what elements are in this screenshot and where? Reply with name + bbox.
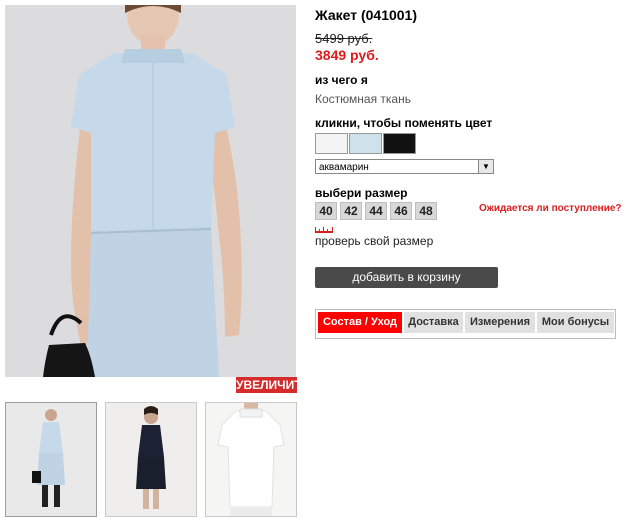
material-heading: из чего я: [315, 73, 368, 87]
size-option-44[interactable]: 44: [365, 202, 387, 220]
size-option-46[interactable]: 46: [390, 202, 412, 220]
chevron-down-icon[interactable]: ▼: [478, 160, 493, 173]
info-tabs: Состав / Уход Доставка Измерения Мои бон…: [315, 309, 616, 339]
zoom-button[interactable]: УВЕЛИЧИТЬ: [236, 377, 310, 393]
thumbnail-photo-dark-suit: [106, 403, 196, 516]
sale-price: 3849 руб.: [315, 47, 379, 63]
tab-measurements[interactable]: Измерения: [465, 312, 535, 333]
color-heading: кликни, чтобы поменять цвет: [315, 116, 493, 130]
ruler-icon: [315, 227, 333, 233]
color-swatch-black[interactable]: [383, 133, 416, 154]
size-option-40[interactable]: 40: [315, 202, 337, 220]
tab-my-bonuses[interactable]: Мои бонусы: [537, 312, 614, 333]
color-select[interactable]: аквамарин ▼: [315, 159, 494, 174]
restock-inquiry-link[interactable]: Ожидается ли поступление?: [479, 203, 622, 214]
product-title: Жакет (041001): [315, 7, 418, 23]
color-swatch-light-blue[interactable]: [349, 133, 382, 154]
check-size-link[interactable]: проверь свой размер: [315, 234, 433, 248]
add-to-cart-button[interactable]: добавить в корзину: [315, 267, 498, 288]
size-option-42[interactable]: 42: [340, 202, 362, 220]
color-select-value: аквамарин: [319, 162, 369, 173]
thumbnail-photo-blue-suit: [6, 403, 96, 516]
old-price: 5499 руб.: [315, 31, 373, 46]
thumbnail-photo-white-top: [206, 403, 296, 516]
thumbnail-2[interactable]: [105, 402, 197, 517]
color-swatch-white[interactable]: [315, 133, 348, 154]
material-value: Костюмная ткань: [315, 92, 411, 106]
size-option-48[interactable]: 48: [415, 202, 437, 220]
model-photo: [5, 5, 296, 377]
size-heading: выбери размер: [315, 186, 408, 200]
thumbnail-3[interactable]: [205, 402, 297, 517]
thumbnail-1[interactable]: [5, 402, 97, 517]
main-product-image[interactable]: [5, 5, 296, 377]
tab-delivery[interactable]: Доставка: [404, 312, 463, 333]
tab-composition-care[interactable]: Состав / Уход: [318, 312, 402, 333]
